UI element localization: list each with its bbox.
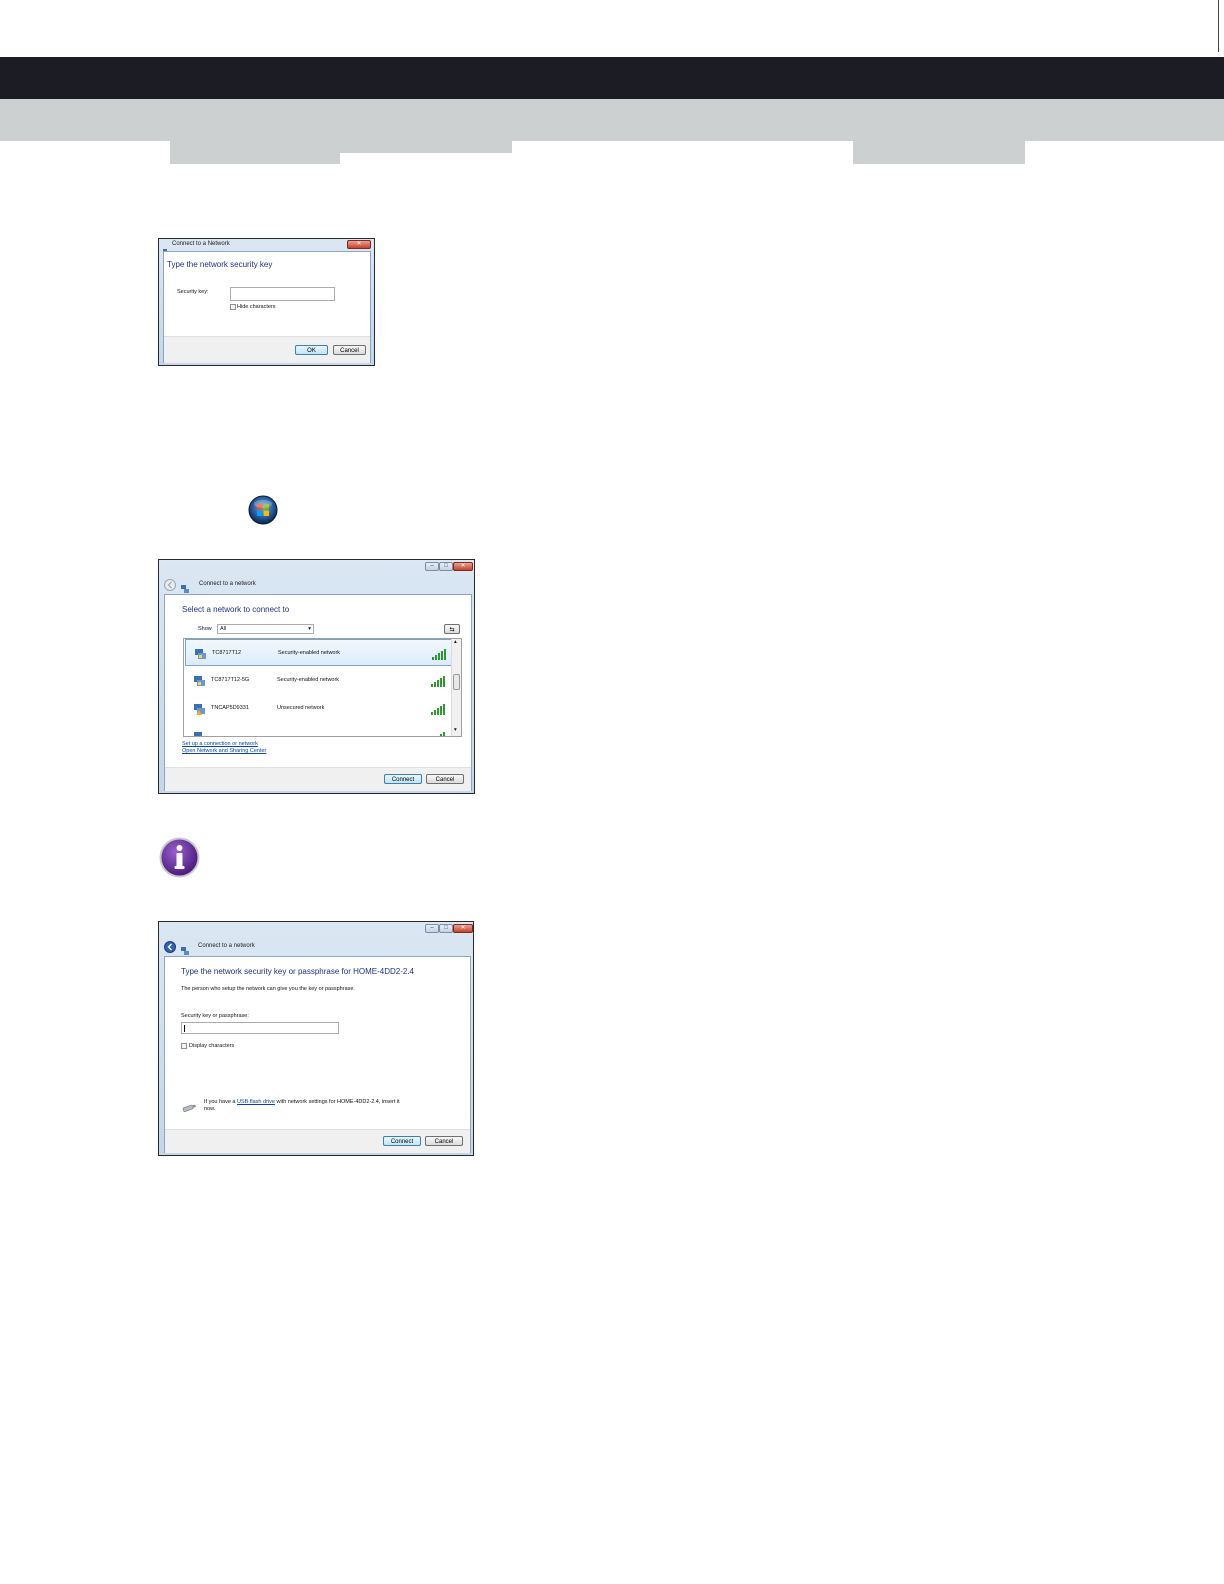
signal-bars-icon xyxy=(431,730,445,736)
usb-drive-icon xyxy=(181,1100,197,1112)
show-dropdown[interactable]: All ▾ xyxy=(217,624,314,634)
signal-bars-icon xyxy=(431,674,445,687)
close-icon: ✕ xyxy=(356,241,362,247)
dialog-title: Connect to a network xyxy=(198,943,255,949)
dialog-footer: Connect Cancel xyxy=(165,1129,470,1153)
close-button[interactable]: ✕ xyxy=(347,240,371,249)
minimize-button[interactable]: – xyxy=(425,562,439,571)
setup-connection-link[interactable]: Set up a connection or network xyxy=(182,741,258,747)
network-icon xyxy=(181,580,189,593)
list-item[interactable]: TC8717T12-5G Security-enabled network xyxy=(185,667,459,694)
refresh-button[interactable]: ⇆ xyxy=(444,624,460,634)
header-tab-1 xyxy=(170,141,340,164)
dialog-heading: Select a network to connect to xyxy=(182,605,290,614)
cancel-button[interactable]: Cancel xyxy=(425,1136,463,1146)
header-bar xyxy=(0,57,1224,99)
network-name: TNCAP5D9331 xyxy=(211,705,249,711)
close-icon: ✕ xyxy=(460,563,466,569)
network-icon xyxy=(194,647,206,659)
network-icon xyxy=(163,242,169,255)
header-tab-2 xyxy=(340,141,512,153)
ok-button[interactable]: OK xyxy=(295,345,328,355)
dialog-title: Connect to a Network xyxy=(172,241,230,247)
passphrase-label: Security key or passphrase: xyxy=(181,1013,249,1019)
usb-message: If you have a USB flash drive with netwo… xyxy=(204,1099,400,1105)
chevron-down-icon: ▾ xyxy=(308,626,311,632)
dialog-client-area: Type the network security key Security k… xyxy=(163,251,371,363)
minimize-button[interactable]: – xyxy=(425,924,439,933)
text-cursor xyxy=(184,1025,185,1032)
connect-network-dialog-2: – □ ✕ Connect to a network Select a netw… xyxy=(158,559,475,794)
network-status: Unsecured network xyxy=(277,705,325,711)
close-button[interactable]: ✕ xyxy=(453,562,473,571)
signal-bars-icon xyxy=(431,702,445,715)
network-name: TC8717T12 xyxy=(212,650,242,656)
display-characters-checkbox[interactable] xyxy=(181,1043,187,1049)
connect-network-dialog-1: Connect to a Network ✕ Type the network … xyxy=(158,238,375,366)
maximize-button[interactable]: □ xyxy=(439,562,453,571)
network-icon xyxy=(181,942,189,955)
connect-network-dialog-3: – □ ✕ Connect to a network Type the netw… xyxy=(158,921,474,1156)
display-characters-label: Display characters xyxy=(189,1043,235,1049)
show-label: Show xyxy=(198,626,212,632)
dialog-footer: Connect Cancel xyxy=(165,767,471,791)
hide-characters-label: Hide characters xyxy=(237,304,276,310)
back-arrow-icon[interactable] xyxy=(164,578,176,591)
close-button[interactable]: ✕ xyxy=(453,924,473,933)
list-item[interactable]: TC8717T12 Security-enabled network xyxy=(185,639,459,666)
dialog-heading: Type the network security key or passphr… xyxy=(181,967,414,976)
dialog-description: The person who setup the network can giv… xyxy=(181,986,355,992)
network-list: TC8717T12 Security-enabled network TC871… xyxy=(183,638,462,737)
scrollbar-thumb[interactable] xyxy=(453,674,460,690)
list-item[interactable]: TNCAP5D9331 Unsecured network xyxy=(185,695,459,722)
usb-flash-drive-link[interactable]: USB flash drive xyxy=(237,1099,275,1105)
usb-message-suffix: with network settings for HOME-4DD2-2.4,… xyxy=(276,1099,400,1105)
passphrase-input[interactable] xyxy=(181,1022,339,1034)
network-icon xyxy=(193,674,205,686)
usb-message-prefix: If you have a xyxy=(204,1099,236,1105)
back-arrow-icon[interactable] xyxy=(164,940,176,953)
header-tab-3 xyxy=(853,141,1025,164)
dialog-client-area: Select a network to connect to Show All … xyxy=(164,594,472,791)
cancel-button[interactable]: Cancel xyxy=(426,774,464,784)
signal-bars-icon xyxy=(432,647,446,660)
info-icon xyxy=(159,837,200,878)
refresh-icon: ⇆ xyxy=(449,627,455,633)
network-status: Security-enabled network xyxy=(278,650,341,656)
cancel-button[interactable]: Cancel xyxy=(333,345,366,355)
dialog-footer: OK Cancel xyxy=(164,336,370,363)
network-status: Security-enabled network xyxy=(277,677,340,683)
dialog-heading: Type the network security key xyxy=(167,260,273,269)
network-name: TC8717T12-5G xyxy=(211,677,250,683)
windows-start-orb-icon xyxy=(248,495,278,525)
top-rule xyxy=(1218,0,1219,52)
dialog-title: Connect to a network xyxy=(199,581,256,587)
scroll-up-icon[interactable]: ▴ xyxy=(454,639,457,645)
scroll-down-icon[interactable]: ▾ xyxy=(454,727,457,733)
network-icon xyxy=(193,730,205,736)
scrollbar[interactable]: ▴ ▾ xyxy=(451,639,461,736)
dialog-client-area: Type the network security key or passphr… xyxy=(164,956,471,1153)
security-key-input[interactable] xyxy=(230,287,335,301)
subheader-bar xyxy=(0,99,1224,141)
hide-characters-checkbox[interactable] xyxy=(230,304,236,310)
list-item[interactable] xyxy=(185,723,459,736)
security-key-label: Security key: xyxy=(177,289,209,295)
network-sharing-center-link[interactable]: Open Network and Sharing Center xyxy=(182,748,266,754)
show-dropdown-value: All xyxy=(220,626,227,632)
connect-button[interactable]: Connect xyxy=(384,774,422,784)
maximize-button[interactable]: □ xyxy=(439,924,453,933)
connect-button[interactable]: Connect xyxy=(383,1136,421,1146)
close-icon: ✕ xyxy=(460,925,466,931)
network-icon xyxy=(193,702,205,715)
usb-message-line2: now. xyxy=(204,1106,216,1112)
